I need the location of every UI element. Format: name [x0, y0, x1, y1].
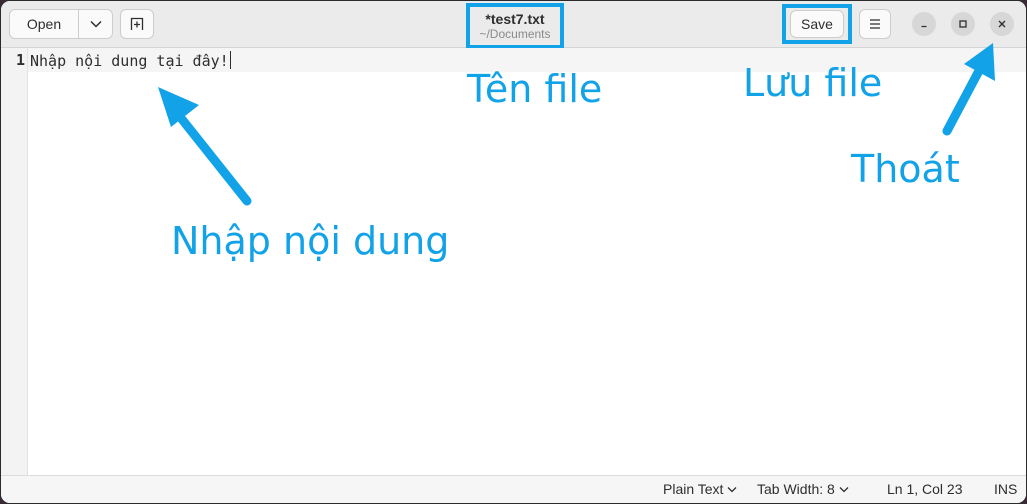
arrow-to-close	[942, 43, 995, 136]
annotation-save: Lưu file	[743, 61, 883, 105]
arrow-to-editor	[158, 87, 252, 206]
annotation-input: Nhập nội dung	[171, 219, 450, 263]
annotation-filename: Tên file	[467, 67, 603, 111]
text-editor-window: Open *test7.txt ~/Documents Save 1 Nhập …	[0, 0, 1027, 504]
annotation-exit: Thoát	[851, 147, 960, 191]
